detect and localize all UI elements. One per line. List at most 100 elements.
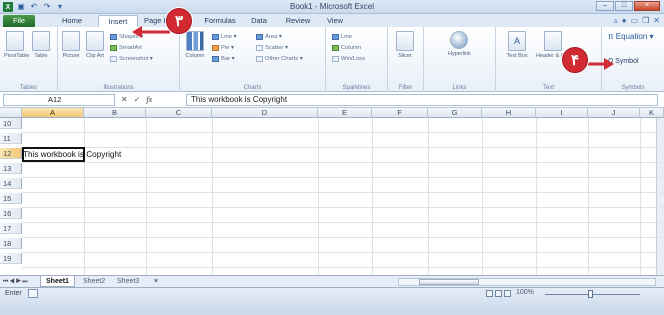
column-header-e[interactable]: E bbox=[318, 108, 372, 118]
help-icon[interactable]: ● bbox=[622, 16, 627, 25]
gridline-horizontal bbox=[22, 147, 664, 148]
row-header-16[interactable]: 16 bbox=[0, 208, 22, 219]
smartart-button[interactable]: SmartArt bbox=[110, 43, 142, 52]
sparkline-line-button[interactable]: Line bbox=[332, 32, 352, 41]
column-header-a[interactable]: A bbox=[22, 108, 84, 118]
normal-view-icon[interactable] bbox=[486, 290, 493, 297]
line-chart-button[interactable]: Line ▾ bbox=[212, 32, 236, 41]
close-button[interactable]: × bbox=[634, 1, 660, 11]
symbol-button[interactable]: Ω Symbol bbox=[608, 57, 639, 66]
sheet-tab-bar: ⏮◀▶⏭ Sheet1 Sheet2 Sheet3 ✶ bbox=[0, 275, 664, 287]
status-bar: Enter 100% bbox=[0, 287, 664, 315]
column-header-c[interactable]: C bbox=[146, 108, 212, 118]
table-button[interactable]: Table bbox=[30, 31, 52, 59]
sparkline-column-button[interactable]: Column bbox=[332, 43, 361, 52]
slicer-icon bbox=[396, 31, 414, 51]
insert-sheet-icon[interactable]: ✶ bbox=[148, 276, 164, 287]
row-header-10[interactable]: 10 bbox=[0, 118, 22, 129]
workbook-minimize-icon[interactable]: ▭ bbox=[631, 16, 639, 25]
other-charts-button[interactable]: Other Charts ▾ bbox=[256, 54, 303, 63]
sparkline-winloss-button[interactable]: Win/Loss bbox=[332, 54, 365, 63]
column-chart-icon bbox=[186, 31, 204, 51]
picture-button[interactable]: Picture bbox=[60, 31, 82, 59]
column-header-d[interactable]: D bbox=[212, 108, 318, 118]
worksheet-grid[interactable]: A B C D E F G H I J K 10 11 12 This workbook is Copyri… bbox=[0, 108, 664, 275]
row-header-18[interactable]: 18 bbox=[0, 238, 22, 249]
horizontal-scrollbar[interactable] bbox=[398, 278, 656, 286]
minimize-ribbon-icon[interactable]: ▵ bbox=[614, 16, 618, 25]
column-chart-button[interactable]: Column bbox=[184, 31, 206, 59]
row-header-13[interactable]: 13 bbox=[0, 163, 22, 174]
column-header-g[interactable]: G bbox=[428, 108, 482, 118]
page-break-view-icon[interactable] bbox=[504, 290, 511, 297]
tab-view[interactable]: View bbox=[320, 15, 350, 27]
row-header-15[interactable]: 15 bbox=[0, 193, 22, 204]
equation-button[interactable]: π Equation ▾ bbox=[608, 32, 654, 41]
cell-a12-text[interactable]: This workbook is Copyright bbox=[23, 149, 121, 160]
text-box-button[interactable]: A Text Box bbox=[506, 31, 528, 59]
column-header-k[interactable]: K bbox=[640, 108, 664, 118]
sheet-tab-1[interactable]: Sheet1 bbox=[40, 276, 75, 287]
cancel-icon[interactable]: ✕ bbox=[121, 94, 128, 106]
row-header-19[interactable]: 19 bbox=[0, 253, 22, 264]
text-box-icon: A bbox=[508, 31, 526, 51]
area-chart-button[interactable]: Area ▾ bbox=[256, 32, 282, 41]
gridline-horizontal bbox=[22, 177, 664, 178]
zoom-slider-handle[interactable] bbox=[588, 290, 593, 298]
pie-chart-icon bbox=[212, 44, 219, 51]
insert-function-icon[interactable]: fx bbox=[146, 94, 152, 106]
gridline-horizontal bbox=[22, 132, 664, 133]
tab-data[interactable]: Data bbox=[244, 15, 274, 27]
workbook-close-icon[interactable]: ✕ bbox=[653, 16, 660, 25]
zoom-level[interactable]: 100% bbox=[516, 289, 534, 296]
tab-review[interactable]: Review bbox=[278, 15, 318, 27]
tab-formulas[interactable]: Formulas bbox=[198, 15, 242, 27]
group-illustrations: Picture Clip Art Shapes ▾ SmartArt Scree… bbox=[58, 27, 180, 92]
tab-insert[interactable]: Insert bbox=[98, 15, 138, 27]
sheet-tab-3[interactable]: Sheet3 bbox=[112, 276, 144, 287]
clip-art-button[interactable]: Clip Art bbox=[84, 31, 106, 59]
gridline-horizontal bbox=[22, 237, 664, 238]
row-header-17[interactable]: 17 bbox=[0, 223, 22, 234]
gridline-horizontal bbox=[22, 192, 664, 193]
group-label-text: Text bbox=[542, 85, 554, 91]
shapes-button[interactable]: Shapes ▾ bbox=[110, 32, 143, 41]
pie-chart-button[interactable]: Pie ▾ bbox=[212, 43, 234, 52]
workbook-restore-icon[interactable]: ❐ bbox=[642, 16, 649, 25]
group-label-sparklines: Sparklines bbox=[342, 85, 371, 91]
group-label-tables: Tables bbox=[19, 85, 38, 91]
maximize-button[interactable]: □ bbox=[615, 1, 633, 11]
shapes-icon bbox=[110, 33, 117, 40]
table-icon bbox=[32, 31, 50, 51]
row-header-11[interactable]: 11 bbox=[0, 133, 22, 144]
row-header-12[interactable]: 12 bbox=[0, 148, 22, 159]
page-layout-view-icon[interactable] bbox=[495, 290, 502, 297]
pivottable-button[interactable]: PivotTable bbox=[4, 31, 29, 59]
slicer-button[interactable]: Slicer bbox=[394, 31, 416, 59]
bar-chart-button[interactable]: Bar ▾ bbox=[212, 54, 235, 63]
hyperlink-button[interactable]: Hyperlink bbox=[448, 31, 471, 57]
formula-input[interactable]: This workbook is Copyright bbox=[186, 94, 658, 106]
name-box[interactable]: A12 bbox=[3, 94, 115, 106]
horizontal-scroll-thumb[interactable] bbox=[419, 279, 479, 285]
column-header-h[interactable]: H bbox=[482, 108, 536, 118]
scatter-chart-button[interactable]: Scatter ▾ bbox=[256, 43, 288, 52]
sparkline-winloss-icon bbox=[332, 55, 339, 62]
sheet-tab-2[interactable]: Sheet2 bbox=[78, 276, 110, 287]
row-header-14[interactable]: 14 bbox=[0, 178, 22, 189]
column-header-j[interactable]: J bbox=[588, 108, 640, 118]
minimize-button[interactable]: – bbox=[596, 1, 614, 11]
screenshot-button[interactable]: Screenshot ▾ bbox=[110, 54, 153, 63]
tab-file[interactable]: File bbox=[3, 15, 35, 27]
macro-record-icon[interactable] bbox=[28, 289, 38, 298]
tab-home[interactable]: Home bbox=[54, 15, 90, 27]
column-header-b[interactable]: B bbox=[84, 108, 146, 118]
gridline-horizontal bbox=[22, 252, 664, 253]
select-all-corner[interactable] bbox=[0, 108, 22, 118]
sparkline-line-icon bbox=[332, 33, 339, 40]
column-header-i[interactable]: I bbox=[536, 108, 588, 118]
view-buttons bbox=[486, 290, 511, 297]
column-header-f[interactable]: F bbox=[372, 108, 428, 118]
sheet-nav-arrows-icon[interactable]: ⏮◀▶⏭ bbox=[3, 277, 29, 287]
enter-icon[interactable]: ✓ bbox=[134, 94, 141, 106]
